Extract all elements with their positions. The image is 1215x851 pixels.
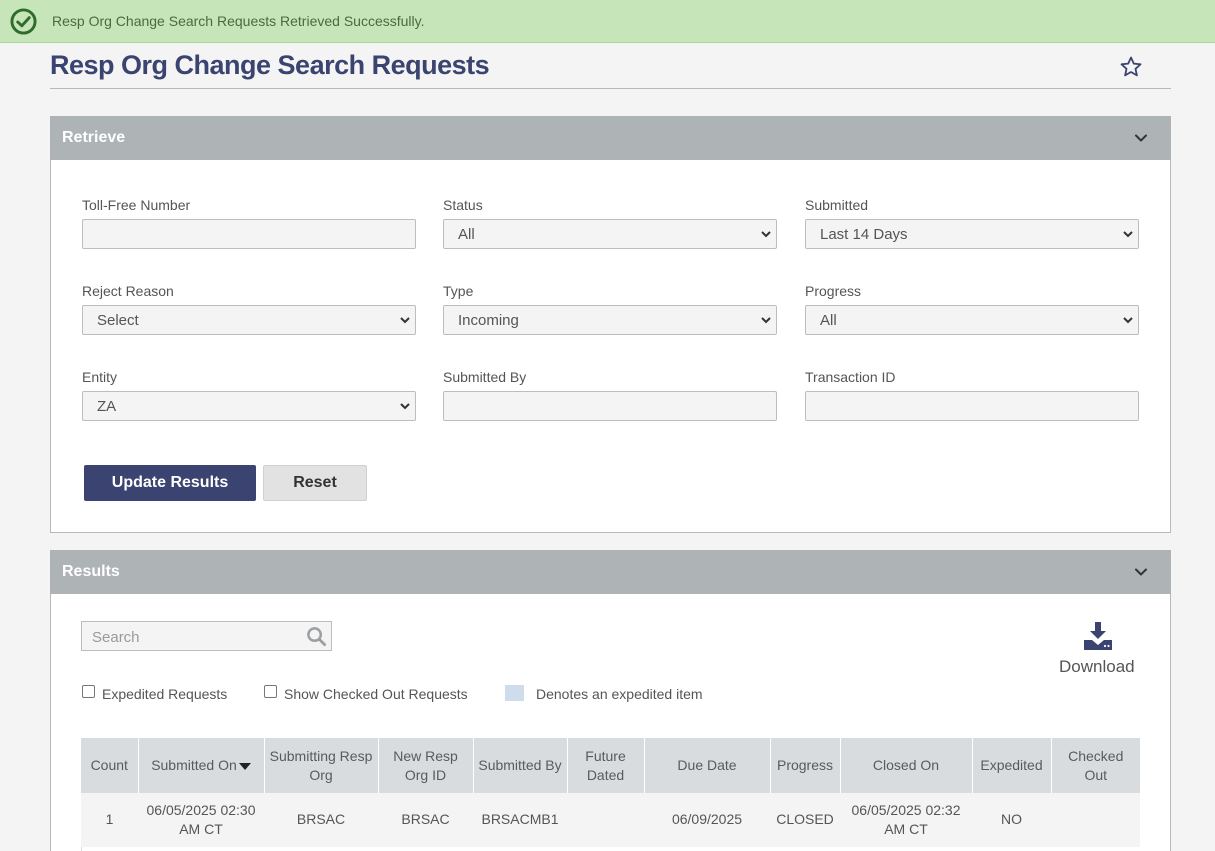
chevron-down-icon xyxy=(1123,317,1133,324)
status-label: Status xyxy=(443,197,483,213)
download-icon[interactable] xyxy=(1082,621,1114,651)
table-row-next xyxy=(81,847,1140,851)
expedited-requests-checkbox[interactable] xyxy=(82,685,95,698)
star-icon[interactable] xyxy=(1119,55,1143,79)
column-header-checked-out[interactable]: Checked Out xyxy=(1051,738,1140,793)
check-circle-icon xyxy=(10,8,37,35)
column-header-submitted-by[interactable]: Submitted By xyxy=(473,738,568,793)
cell-due-date: 06/09/2025 xyxy=(644,793,770,848)
cell-submitted-by: BRSACMB1 xyxy=(473,793,567,848)
table-header-row: Count Submitted On Submitting Resp Org N… xyxy=(81,738,1140,793)
progress-label: Progress xyxy=(805,283,862,299)
transaction-id-input[interactable] xyxy=(805,391,1139,421)
expedited-requests-label: Expedited Requests xyxy=(102,686,228,702)
alert-message: Resp Org Change Search Requests Retrieve… xyxy=(52,13,425,29)
expedited-legend-label: Denotes an expedited item xyxy=(536,686,703,702)
submitted-select[interactable]: Last 14 Days xyxy=(805,219,1139,249)
retrieve-panel-header[interactable]: Retrieve xyxy=(50,116,1171,160)
search-placeholder: Search xyxy=(92,629,140,646)
cell-count: 1 xyxy=(81,793,138,848)
chevron-down-icon xyxy=(761,231,771,238)
column-header-submitting-resp-org[interactable]: Submitting Resp Org xyxy=(264,738,379,793)
type-value: Incoming xyxy=(458,312,519,329)
toll-free-number-label: Toll-Free Number xyxy=(82,197,191,213)
column-header-due-date[interactable]: Due Date xyxy=(644,738,771,793)
chevron-down-icon[interactable] xyxy=(1133,564,1149,580)
transaction-id-label: Transaction ID xyxy=(805,369,896,385)
title-divider xyxy=(50,88,1171,89)
reject-reason-label: Reject Reason xyxy=(82,283,174,299)
success-alert: Resp Org Change Search Requests Retrieve… xyxy=(0,0,1215,43)
progress-select[interactable]: All xyxy=(805,305,1139,335)
chevron-down-icon[interactable] xyxy=(1133,130,1149,146)
cell-new-resp-org-id: BRSAC xyxy=(378,793,473,848)
download-label[interactable]: Download xyxy=(1059,657,1135,677)
type-label: Type xyxy=(443,283,474,299)
submitted-by-label: Submitted By xyxy=(443,369,527,385)
submitted-label: Submitted xyxy=(805,197,869,213)
column-header-new-resp-org-id[interactable]: New Resp Org ID xyxy=(378,738,474,793)
show-checked-out-checkbox[interactable] xyxy=(264,685,277,698)
cell-checked-out xyxy=(1051,793,1140,848)
entity-select[interactable]: ZA xyxy=(82,391,416,421)
show-checked-out-label: Show Checked Out Requests xyxy=(284,686,468,702)
chevron-down-icon xyxy=(400,403,410,410)
column-header-submitted-on[interactable]: Submitted On xyxy=(138,738,265,793)
update-results-button[interactable]: Update Results xyxy=(84,465,256,501)
cell-future-dated xyxy=(567,793,644,848)
entity-label: Entity xyxy=(82,369,118,385)
results-panel-header[interactable]: Results xyxy=(50,550,1171,594)
cell-progress: CLOSED xyxy=(770,793,840,848)
results-search-input[interactable]: Search xyxy=(81,621,332,651)
submitted-value: Last 14 Days xyxy=(820,226,908,243)
toll-free-number-input[interactable] xyxy=(82,219,416,249)
expedited-legend-swatch xyxy=(505,685,524,701)
chevron-down-icon xyxy=(400,317,410,324)
cell-submitting-resp-org: BRSAC xyxy=(264,793,378,848)
column-header-count[interactable]: Count xyxy=(81,738,139,793)
sort-desc-icon xyxy=(238,762,251,770)
chevron-down-icon xyxy=(761,317,771,324)
type-select[interactable]: Incoming xyxy=(443,305,777,335)
results-panel-title: Results xyxy=(62,563,120,580)
submitted-by-input[interactable] xyxy=(443,391,777,421)
column-header-progress[interactable]: Progress xyxy=(770,738,841,793)
cell-closed-on: 06/05/2025 02:32 AM CT xyxy=(840,793,972,848)
search-icon[interactable] xyxy=(306,626,327,647)
status-value: All xyxy=(458,226,475,243)
column-header-closed-on[interactable]: Closed On xyxy=(840,738,973,793)
status-select[interactable]: All xyxy=(443,219,777,249)
chevron-down-icon xyxy=(1123,231,1133,238)
entity-value: ZA xyxy=(97,398,117,415)
page-title: Resp Org Change Search Requests xyxy=(50,50,490,80)
reject-reason-value: Select xyxy=(97,312,139,329)
cell-expedited: NO xyxy=(972,793,1051,848)
reject-reason-select[interactable]: Select xyxy=(82,305,416,335)
cell-submitted-on: 06/05/2025 02:30 AM CT xyxy=(138,793,264,848)
column-header-future-dated[interactable]: Future Dated xyxy=(567,738,645,793)
results-table: Count Submitted On Submitting Resp Org N… xyxy=(81,738,1140,848)
column-header-expedited[interactable]: Expedited xyxy=(972,738,1052,793)
progress-value: All xyxy=(820,312,837,329)
retrieve-panel-title: Retrieve xyxy=(62,129,126,146)
table-row[interactable]: 1 06/05/2025 02:30 AM CT BRSAC BRSAC BRS… xyxy=(81,793,1140,848)
reset-button[interactable]: Reset xyxy=(263,465,367,501)
